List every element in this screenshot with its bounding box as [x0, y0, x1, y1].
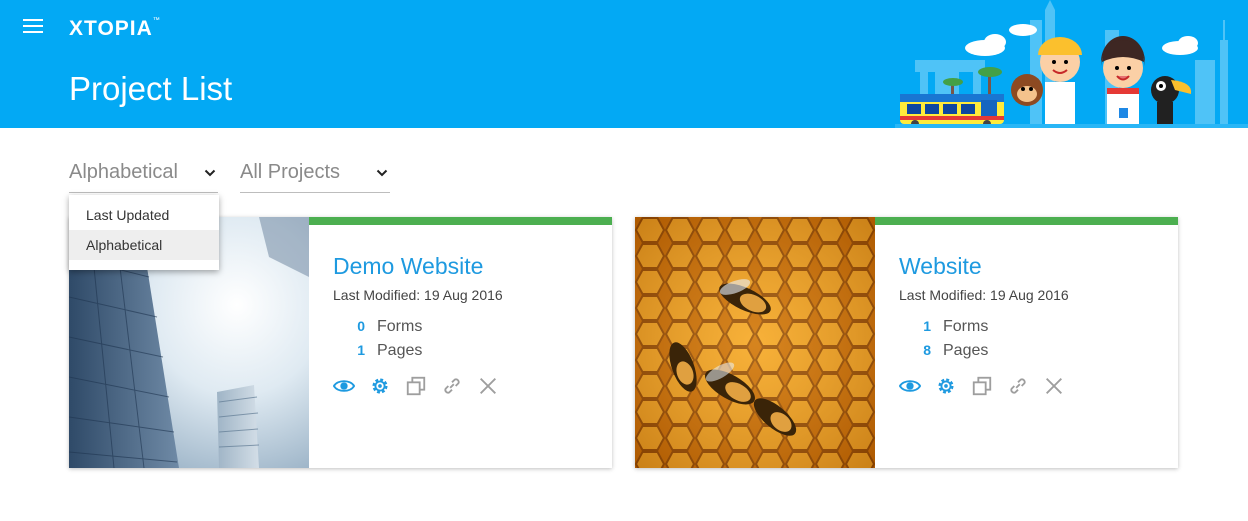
eye-icon[interactable] [333, 375, 355, 397]
project-card: Website Last Modified: 19 Aug 2016 1 Form… [635, 217, 1178, 468]
pages-label: Pages [943, 342, 989, 359]
sort-dropdown-menu: Last Updated Alphabetical [69, 195, 219, 270]
project-title-link[interactable]: Website [899, 253, 982, 280]
forms-label: Forms [943, 318, 989, 335]
last-modified: Last Modified: 19 Aug 2016 [333, 287, 503, 303]
project-info: Website Last Modified: 19 Aug 2016 1 Form… [875, 217, 1178, 468]
forms-label: Forms [377, 318, 423, 335]
duplicate-icon[interactable] [405, 375, 427, 397]
forms-stat: 0 Forms [333, 318, 422, 336]
forms-stat: 1 Forms [899, 318, 988, 336]
gear-icon[interactable] [935, 375, 957, 397]
project-info: Demo Website Last Modified: 19 Aug 2016 … [309, 217, 612, 468]
project-thumbnail-honeycomb[interactable] [635, 217, 875, 468]
sort-option-alphabetical[interactable]: Alphabetical [69, 230, 219, 260]
logo-trademark: ™ [152, 17, 161, 24]
pages-count: 8 [923, 342, 931, 358]
link-icon[interactable] [1007, 375, 1029, 397]
pages-label: Pages [377, 342, 423, 359]
header-illustration [895, 0, 1248, 128]
gear-icon[interactable] [369, 375, 391, 397]
last-modified: Last Modified: 19 Aug 2016 [899, 287, 1069, 303]
app-logo[interactable]: XTOPIA™ [69, 17, 161, 41]
pages-stat: 1 Pages [333, 342, 422, 360]
project-filter-select[interactable]: All Projects [240, 155, 390, 193]
project-title-link[interactable]: Demo Website [333, 253, 483, 280]
chevron-down-icon [376, 169, 388, 177]
pages-stat: 8 Pages [899, 342, 988, 360]
eye-icon[interactable] [899, 375, 921, 397]
project-filter-value: All Projects [240, 161, 341, 183]
sort-option-last-updated[interactable]: Last Updated [69, 200, 219, 230]
sort-select-value: Alphabetical [69, 161, 178, 183]
chevron-down-icon [204, 169, 216, 177]
sort-select[interactable]: Alphabetical [69, 155, 218, 193]
link-icon[interactable] [441, 375, 463, 397]
duplicate-icon[interactable] [971, 375, 993, 397]
close-icon[interactable] [477, 375, 499, 397]
logo-text: XTOPIA [69, 17, 153, 40]
page-title: Project List [69, 70, 233, 107]
forms-count: 0 [357, 318, 365, 334]
hamburger-menu-icon[interactable] [23, 19, 43, 35]
pages-count: 1 [357, 342, 365, 358]
honeycomb-bees-photo [635, 217, 875, 468]
close-icon[interactable] [1043, 375, 1065, 397]
app-header: XTOPIA™ Project List [0, 0, 1248, 128]
forms-count: 1 [923, 318, 931, 334]
